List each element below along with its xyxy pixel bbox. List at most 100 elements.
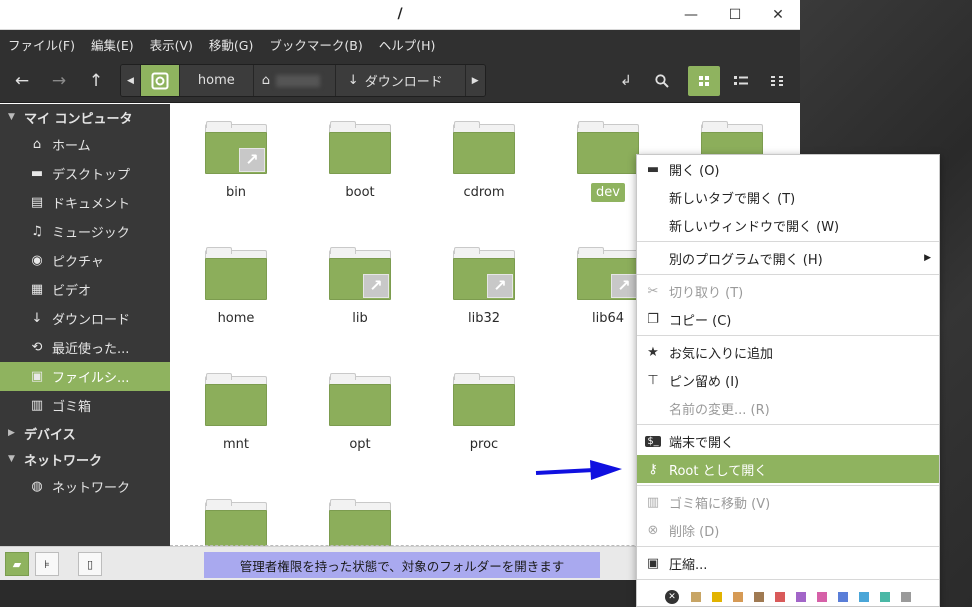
- menu-item-pin[interactable]: ⊤ ピン留め (I): [637, 366, 939, 394]
- sidebar-section-my-computer[interactable]: ▼ マイ コンピュータ: [0, 104, 170, 130]
- camera-icon: ◉: [31, 253, 43, 268]
- folder-icon: ↗: [205, 121, 267, 174]
- color-swatch[interactable]: [796, 592, 806, 602]
- sidebar: ▼ マイ コンピュータ ⌂ ホーム ▬ デスクトップ ▤ ドキュメント ♫ ミュージック…: [0, 104, 170, 546]
- menu-item-open-as-root[interactable]: ⚷ Root として開く: [637, 455, 939, 483]
- menu-item-rename[interactable]: 名前の変更... (R): [637, 394, 939, 422]
- sidebar-section-network[interactable]: ▼ ネットワーク: [0, 446, 170, 472]
- breadcrumb-home[interactable]: home: [179, 65, 254, 96]
- caret-down-icon: ▼: [8, 112, 15, 122]
- color-swatch[interactable]: [733, 592, 743, 602]
- color-swatch[interactable]: [859, 592, 869, 602]
- back-button[interactable]: ←: [6, 66, 38, 96]
- breadcrumb-scroll-right[interactable]: ▶: [465, 65, 485, 96]
- menu-item-delete[interactable]: ⊗ 削除 (D): [637, 516, 939, 544]
- menu-edit[interactable]: 編集(E): [91, 35, 134, 54]
- sidebar-item-recent[interactable]: ⟲ 最近使った...: [0, 333, 170, 362]
- color-swatch[interactable]: [880, 592, 890, 602]
- close-button[interactable]: ✕: [767, 4, 789, 26]
- sidebar-item-label: ファイルシ...: [52, 371, 130, 386]
- folder-item[interactable]: home: [186, 230, 286, 340]
- folder-item[interactable]: ↗ bin: [186, 104, 286, 214]
- up-button[interactable]: ↑: [80, 66, 112, 96]
- color-swatch[interactable]: [691, 592, 701, 602]
- title-bar[interactable]: / — ☐ ✕: [0, 0, 800, 30]
- menu-item-trash[interactable]: ▥ ゴミ箱に移動 (V): [637, 488, 939, 516]
- symlink-arrow-icon: ↗: [363, 274, 389, 298]
- folder-item[interactable]: boot: [310, 104, 410, 214]
- menu-item-favorite[interactable]: ★ お気に入りに追加: [637, 338, 939, 366]
- sidebar-item-desktop[interactable]: ▬ デスクトップ: [0, 159, 170, 188]
- sidebar-item-network[interactable]: ◍ ネットワーク: [0, 472, 170, 501]
- compact-icon: [771, 76, 783, 86]
- color-swatch[interactable]: [775, 592, 785, 602]
- list-icon: [734, 76, 748, 85]
- sidebar-item-music[interactable]: ♫ ミュージック: [0, 217, 170, 246]
- sidebar-item-filesystem[interactable]: ▣ ファイルシ...: [0, 362, 170, 391]
- breadcrumb-download[interactable]: ↓ ダウンロード: [335, 65, 466, 96]
- sidebar-item-home[interactable]: ⌂ ホーム: [0, 130, 170, 159]
- menu-item-compress[interactable]: ▣ 圧縮...: [637, 549, 939, 577]
- sidebar-item-pictures[interactable]: ◉ ピクチャ: [0, 246, 170, 275]
- color-swatch[interactable]: [901, 592, 911, 602]
- minimize-button[interactable]: —: [680, 4, 702, 26]
- menu-go[interactable]: 移動(G): [209, 35, 253, 54]
- home-icon: ⌂: [32, 137, 42, 152]
- sidebar-item-documents[interactable]: ▤ ドキュメント: [0, 188, 170, 217]
- trash-icon: ▥: [646, 494, 660, 510]
- folder-item[interactable]: opt: [310, 356, 410, 466]
- star-icon: ★: [647, 344, 659, 360]
- icon-view-button[interactable]: [688, 66, 720, 96]
- menu-item-copy[interactable]: ❐ コピー (C): [637, 305, 939, 333]
- breadcrumb-scroll-left[interactable]: ◀: [121, 65, 141, 96]
- menu-bookmarks[interactable]: ブックマーク(B): [269, 35, 362, 54]
- annotation-arrow: [535, 460, 622, 480]
- menu-help[interactable]: ヘルプ(H): [379, 35, 436, 54]
- tree-toggle-button[interactable]: ⊧: [35, 552, 59, 576]
- toggle-location-button[interactable]: ↲: [610, 66, 642, 96]
- sidebar-item-videos[interactable]: ▦ ビデオ: [0, 275, 170, 304]
- menu-item-open-tab[interactable]: 新しいタブで開く (T): [637, 183, 939, 211]
- menu-item-label: お気に入りに追加: [669, 346, 774, 362]
- sidebar-item-downloads[interactable]: ↓ ダウンロード: [0, 304, 170, 333]
- sidebar-item-label: ミュージック: [52, 226, 130, 241]
- sidebar-toggle-button[interactable]: ▯: [78, 552, 102, 576]
- clear-color-icon[interactable]: ✕: [665, 590, 679, 604]
- menu-item-terminal[interactable]: $_ 端末で開く: [637, 427, 939, 455]
- folder-item[interactable]: proc: [434, 356, 534, 466]
- delete-icon: ⊗: [647, 522, 659, 538]
- maximize-button[interactable]: ☐: [724, 4, 746, 26]
- symlink-arrow-icon: ↗: [611, 274, 637, 298]
- color-swatch[interactable]: [838, 592, 848, 602]
- sidebar-section-devices[interactable]: ▶ デバイス: [0, 420, 170, 446]
- breadcrumb-root[interactable]: [140, 65, 180, 96]
- color-swatch[interactable]: [817, 592, 827, 602]
- compact-view-button[interactable]: [762, 66, 794, 96]
- folder-item[interactable]: ↗ lib: [310, 230, 410, 340]
- places-toggle-button[interactable]: ▰: [5, 552, 29, 576]
- color-swatch[interactable]: [712, 592, 722, 602]
- folder-item[interactable]: mnt: [186, 356, 286, 466]
- folder-item[interactable]: cdrom: [434, 104, 534, 214]
- menu-file[interactable]: ファイル(F): [8, 35, 75, 54]
- scissors-icon: ✂: [647, 283, 659, 299]
- menu-item-label: 別のプログラムで開く (H): [669, 252, 823, 268]
- menu-item-cut[interactable]: ✂ 切り取り (T): [637, 277, 939, 305]
- breadcrumb-user[interactable]: ⌂: [253, 65, 336, 96]
- menu-view[interactable]: 表示(V): [150, 35, 193, 54]
- search-button[interactable]: [646, 66, 678, 96]
- menu-item-open[interactable]: ▬ 開く (O): [637, 155, 939, 183]
- menu-item-open-window[interactable]: 新しいウィンドウで開く (W): [637, 211, 939, 239]
- forward-button[interactable]: →: [43, 66, 75, 96]
- document-icon: ▤: [30, 195, 44, 210]
- sidebar-item-trash[interactable]: ▥ ゴミ箱: [0, 391, 170, 420]
- folder-icon: ▬: [646, 161, 660, 177]
- folder-icon: ↗: [577, 247, 639, 300]
- folder-item[interactable]: ↗ lib32: [434, 230, 534, 340]
- symlink-arrow-icon: ↗: [487, 274, 513, 298]
- menu-item-open-with[interactable]: 別のプログラムで開く (H) ▶: [637, 244, 939, 272]
- list-view-button[interactable]: [725, 66, 757, 96]
- folder-name: home: [217, 311, 255, 326]
- color-swatch[interactable]: [754, 592, 764, 602]
- folder-name: dev: [591, 183, 625, 202]
